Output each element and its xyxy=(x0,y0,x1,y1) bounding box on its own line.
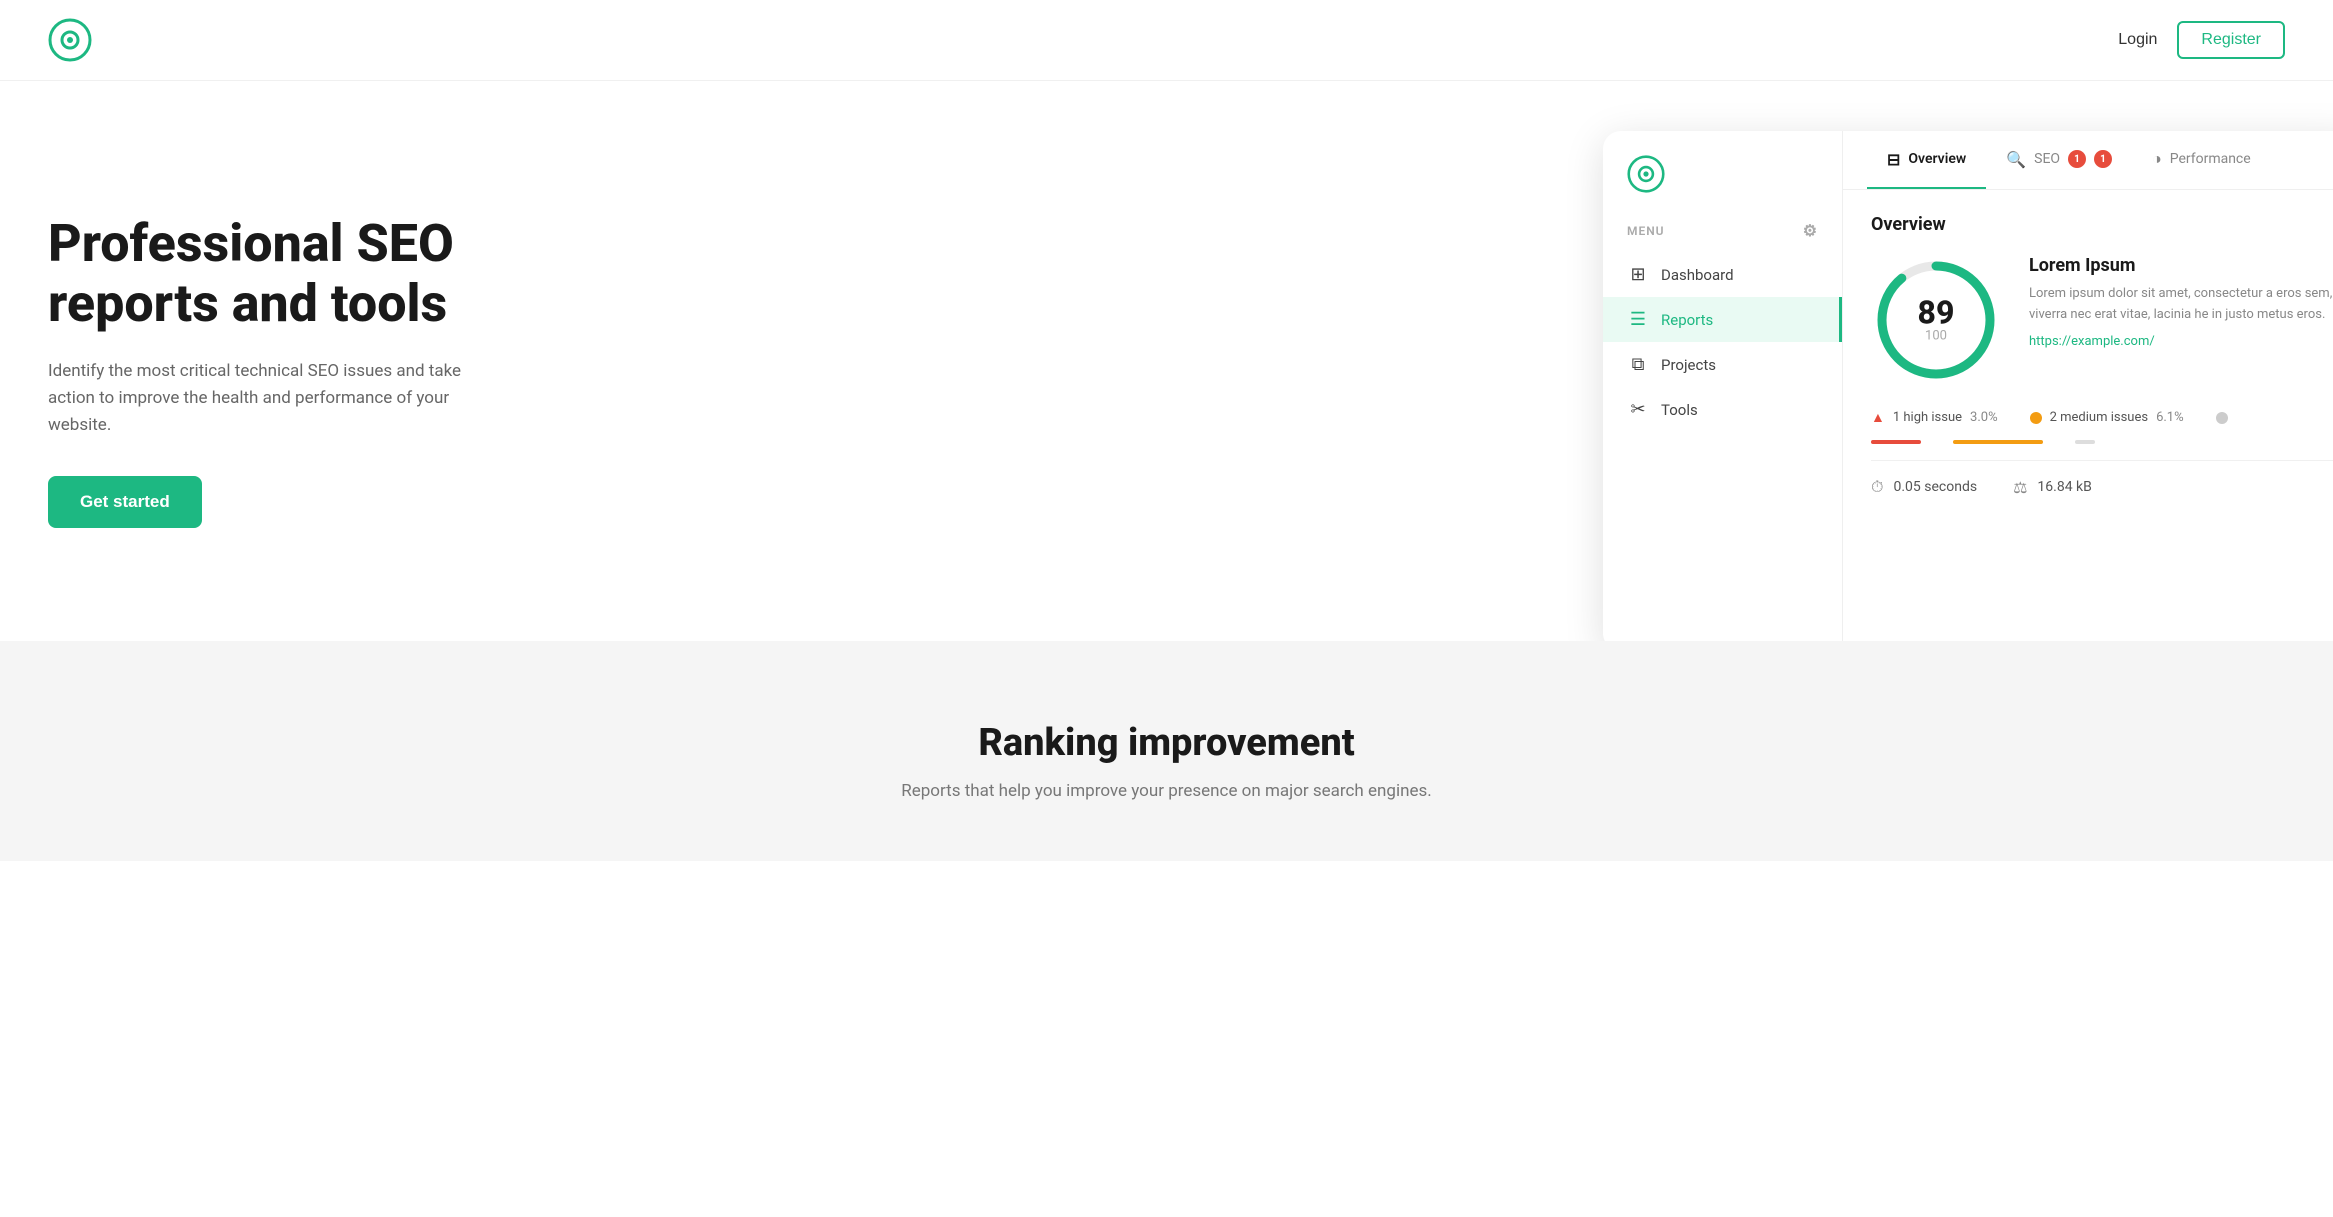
seo-badge: 1 xyxy=(2068,150,2086,168)
logo-icon xyxy=(48,18,92,62)
score-number: 89 xyxy=(1918,297,1955,329)
sidebar-item-dashboard[interactable]: ⊞ Dashboard xyxy=(1603,252,1842,297)
stat-time: ⏱ 0.05 seconds xyxy=(1871,477,1977,497)
hero-section: Professional SEO reports and tools Ident… xyxy=(0,81,2333,641)
other-issue-item xyxy=(2216,412,2228,424)
seo-tab-icon: 🔍 xyxy=(2006,150,2026,169)
ranking-description: Reports that help you improve your prese… xyxy=(48,781,2285,801)
tab-seo[interactable]: 🔍 SEO 1 1 xyxy=(1986,131,2132,189)
app-mockup: MENU ⚙ ⊞ Dashboard ☰ Reports ⧉ Projects … xyxy=(1603,131,2333,641)
tools-icon: ✂ xyxy=(1627,399,1649,420)
ranking-section: Ranking improvement Reports that help yo… xyxy=(0,641,2333,861)
gear-icon: ⚙ xyxy=(1803,221,1818,240)
performance-tab-icon: ◑ xyxy=(2152,149,2162,169)
login-button[interactable]: Login xyxy=(2118,31,2157,49)
other-issue-bar xyxy=(2075,440,2095,444)
app-tabs: ⊟ Overview 🔍 SEO 1 1 ◑ Performance xyxy=(1843,131,2333,190)
sidebar-logo xyxy=(1603,155,1842,221)
app-sidebar: MENU ⚙ ⊞ Dashboard ☰ Reports ⧉ Projects … xyxy=(1603,131,1843,641)
size-icon: ⚖ xyxy=(2013,478,2027,497)
get-started-button[interactable]: Get started xyxy=(48,476,202,528)
hero-description: Identify the most critical technical SEO… xyxy=(48,358,468,440)
card-title: Lorem Ipsum xyxy=(2029,255,2333,276)
logo xyxy=(48,18,92,62)
high-issue-bar xyxy=(1871,440,1921,444)
high-issue-item: ▲ 1 high issue 3.0% xyxy=(1871,409,1998,426)
overview-panel: Overview 89 100 xyxy=(1843,190,2333,641)
tab-overview[interactable]: ⊟ Overview xyxy=(1867,131,1986,189)
seo-badge-2: 1 xyxy=(2094,150,2112,168)
sidebar-logo-icon xyxy=(1627,155,1665,193)
app-main: ⊟ Overview 🔍 SEO 1 1 ◑ Performance Overv… xyxy=(1843,131,2333,641)
card-description: Lorem ipsum dolor sit amet, consectetur … xyxy=(2029,284,2333,326)
dashboard-icon: ⊞ xyxy=(1627,264,1649,285)
score-text: 89 100 xyxy=(1918,297,1955,344)
register-button[interactable]: Register xyxy=(2177,21,2285,59)
nav-actions: Login Register xyxy=(2118,21,2285,59)
overview-card: 89 100 Lorem Ipsum Lorem ipsum dolor sit… xyxy=(1871,255,2333,385)
sidebar-item-projects[interactable]: ⧉ Projects xyxy=(1603,342,1842,387)
card-link[interactable]: https://example.com/ xyxy=(2029,334,2333,349)
projects-icon: ⧉ xyxy=(1627,354,1649,375)
medium-issue-item: 2 medium issues 6.1% xyxy=(2030,410,2184,425)
sidebar-item-tools[interactable]: ✂ Tools xyxy=(1603,387,1842,432)
score-circle: 89 100 xyxy=(1871,255,2001,385)
reports-icon: ☰ xyxy=(1627,309,1649,330)
hero-title: Professional SEO reports and tools xyxy=(48,214,568,334)
issue-bars: ▲ 1 high issue 3.0% 2 medium issues 6.1% xyxy=(1871,409,2333,426)
sidebar-menu-label: MENU ⚙ xyxy=(1603,221,1842,252)
stat-size: ⚖ 16.84 kB xyxy=(2013,477,2092,497)
medium-issue-bar xyxy=(1953,440,2043,444)
navbar: Login Register xyxy=(0,0,2333,81)
ranking-title: Ranking improvement xyxy=(48,721,2285,765)
hero-text: Professional SEO reports and tools Ident… xyxy=(48,214,568,527)
other-issue-dot xyxy=(2216,412,2228,424)
stats-row: ⏱ 0.05 seconds ⚖ 16.84 kB xyxy=(1871,460,2333,497)
sidebar-item-reports[interactable]: ☰ Reports xyxy=(1603,297,1842,342)
time-icon: ⏱ xyxy=(1871,477,1883,497)
card-info: Lorem Ipsum Lorem ipsum dolor sit amet, … xyxy=(2029,255,2333,349)
high-issue-icon: ▲ xyxy=(1871,409,1885,426)
tab-performance[interactable]: ◑ Performance xyxy=(2132,131,2271,189)
overview-title: Overview xyxy=(1871,214,2333,235)
medium-issue-dot xyxy=(2030,412,2042,424)
overview-tab-icon: ⊟ xyxy=(1887,150,1900,169)
issue-bar-row xyxy=(1871,440,2333,444)
